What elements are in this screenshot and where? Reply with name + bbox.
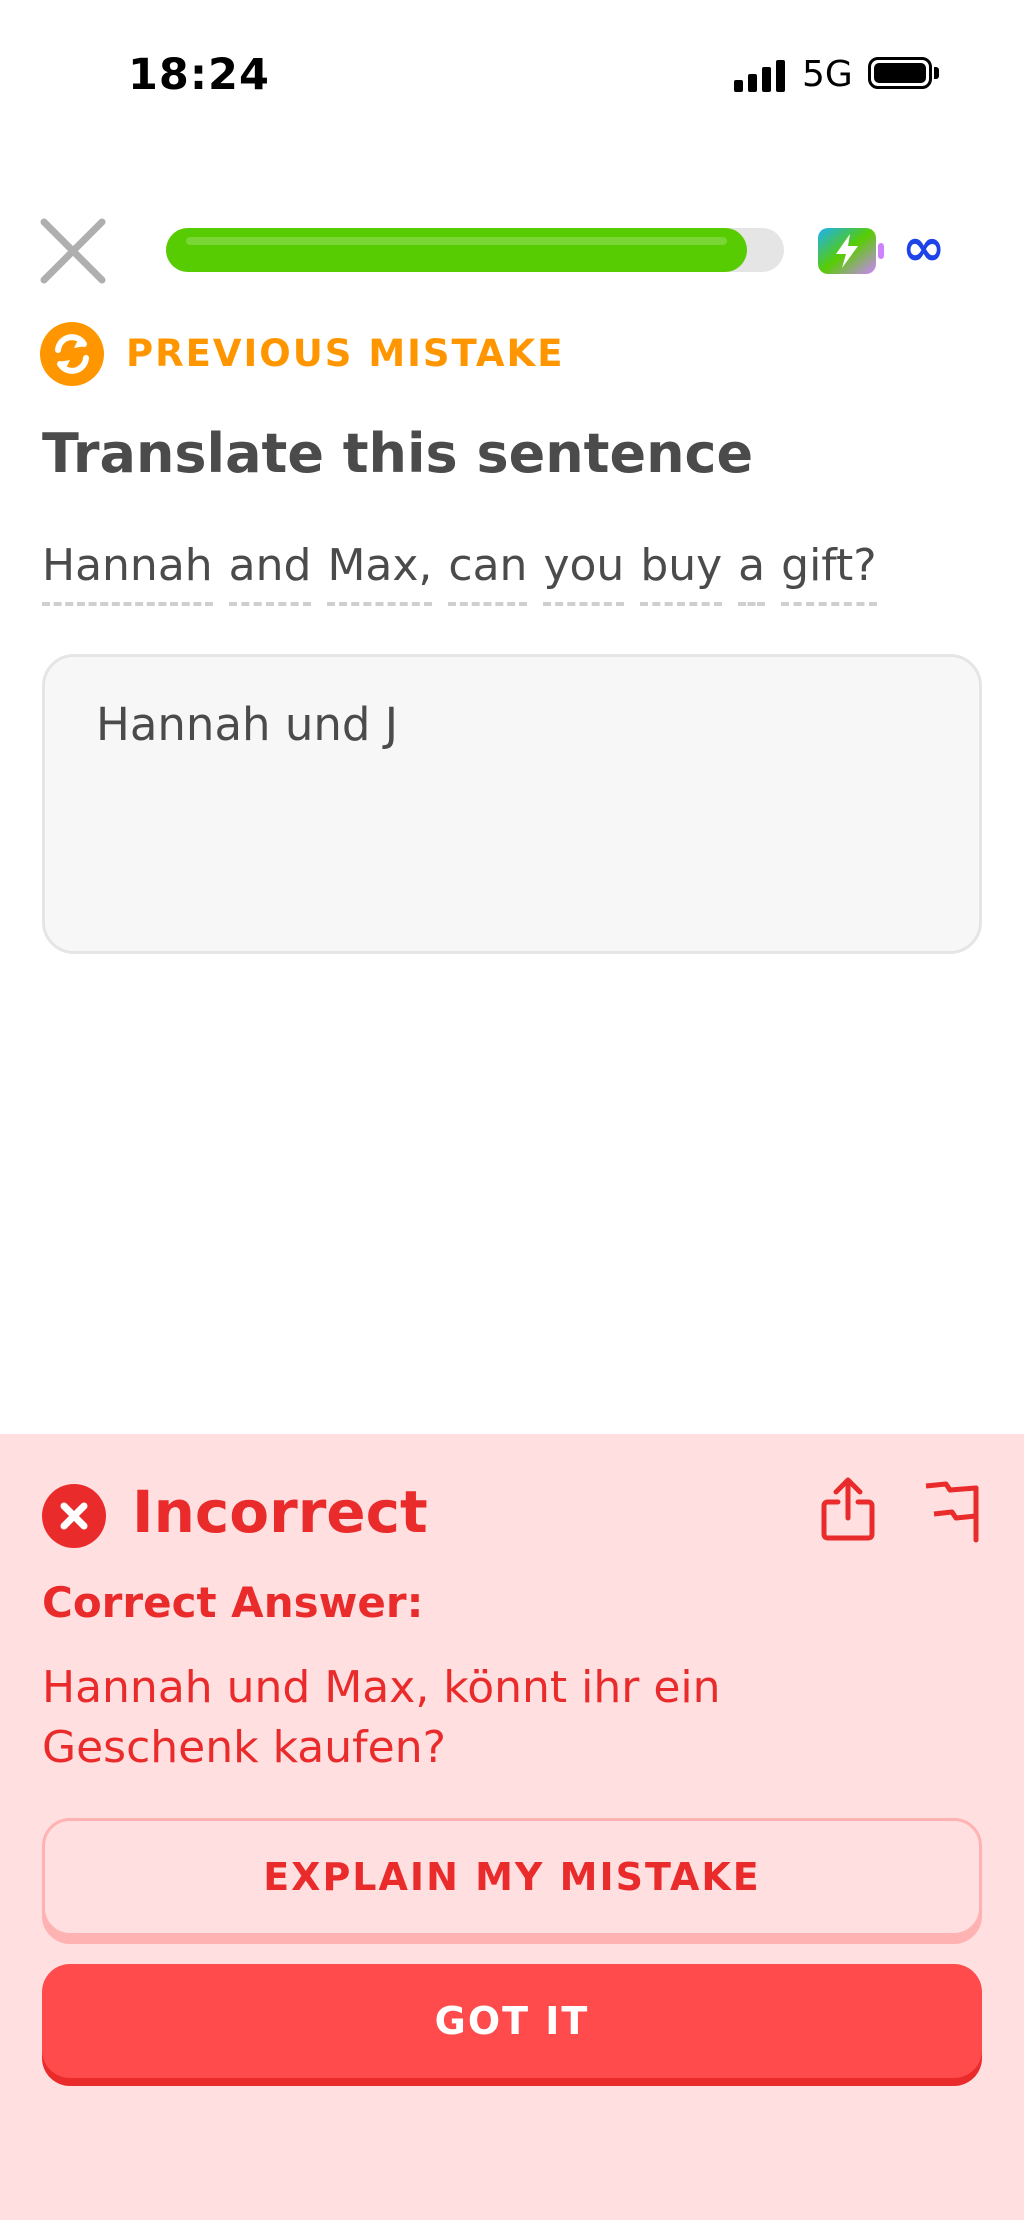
sentence-word[interactable]: buy xyxy=(640,536,723,606)
explain-mistake-button[interactable]: EXPLAIN MY MISTAKE xyxy=(42,1818,982,1936)
network-type: 5G xyxy=(802,54,853,95)
previous-mistake-label: PREVIOUS MISTAKE xyxy=(126,332,565,375)
answer-input-text: Hannah und J xyxy=(96,698,399,751)
got-it-button[interactable]: GOT IT xyxy=(42,1964,982,2078)
refresh-icon xyxy=(40,322,104,386)
sentence-word[interactable]: Max, xyxy=(327,536,433,606)
flag-icon[interactable] xyxy=(920,1474,984,1544)
sentence-word[interactable]: you xyxy=(543,536,625,606)
sentence-word[interactable]: a xyxy=(738,536,766,606)
battery-tip xyxy=(934,67,939,79)
share-icon[interactable] xyxy=(816,1474,880,1544)
correct-answer-text: Hannah und Max, könnt ihr ein Geschenk k… xyxy=(42,1662,721,1773)
prompt-sentence: Hannah and Max, can you buy a gift? xyxy=(42,536,893,606)
sentence-word[interactable]: gift? xyxy=(781,536,877,606)
challenge-title: Translate this sentence xyxy=(42,422,754,485)
battery-icon xyxy=(868,57,932,89)
x-icon xyxy=(42,1484,106,1548)
sentence-word[interactable]: can xyxy=(448,536,528,606)
feedback-status: Incorrect xyxy=(132,1478,428,1546)
signal-icon xyxy=(734,58,785,92)
energy-icon[interactable] xyxy=(816,226,886,276)
infinity-icon: ∞ xyxy=(902,218,946,278)
close-icon[interactable] xyxy=(38,216,108,286)
sentence-word[interactable]: and xyxy=(228,536,312,606)
sentence-word[interactable]: Hannah xyxy=(42,536,213,606)
progress-bar xyxy=(166,228,747,272)
correct-answer-label: Correct Answer: xyxy=(42,1578,424,1627)
status-time: 18:24 xyxy=(128,50,270,100)
